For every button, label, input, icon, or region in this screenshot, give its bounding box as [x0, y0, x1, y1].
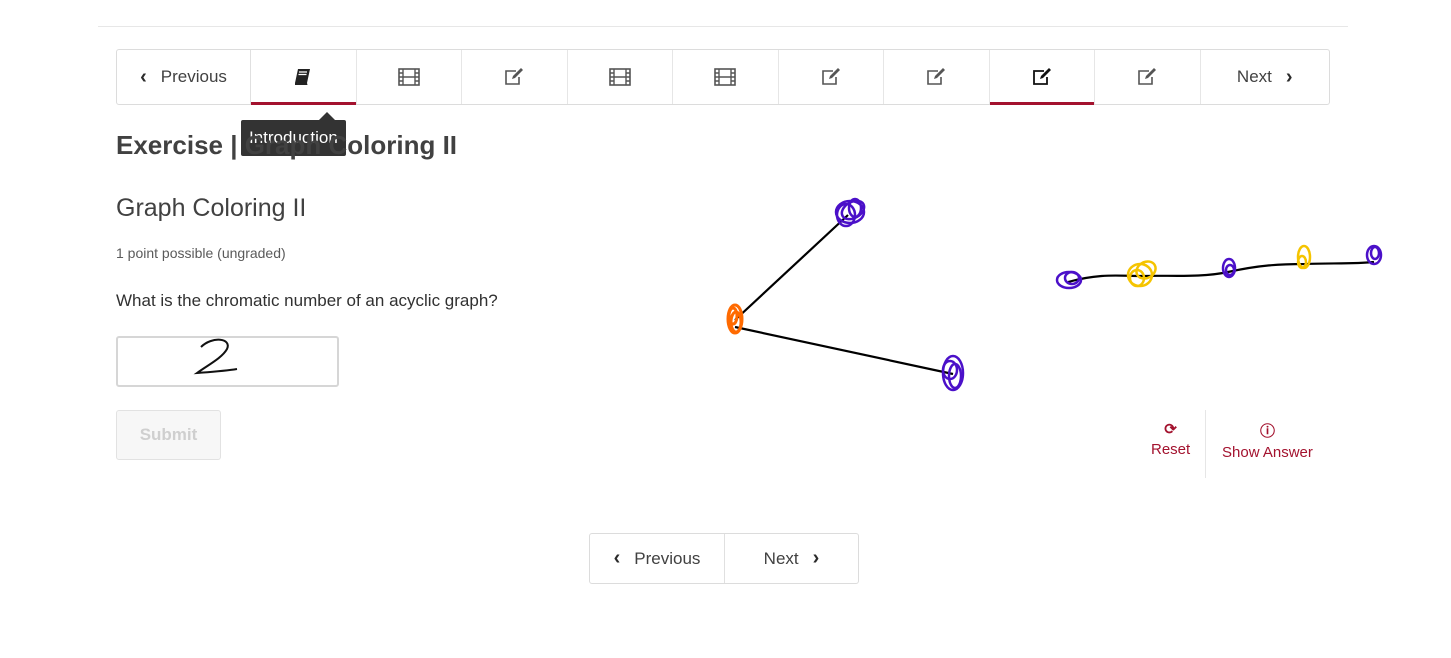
- vertex-purple-2: [1221, 257, 1237, 279]
- vertex-purple-1: [1055, 270, 1083, 290]
- vertex-purple-top: [834, 197, 866, 228]
- graph-star: [726, 197, 965, 392]
- vertex-purple-3: [1365, 244, 1383, 266]
- handwritten-answer-2: [193, 338, 238, 375]
- graph-path: [1055, 244, 1383, 290]
- vertex-yellow-1: [1126, 260, 1157, 288]
- handwritten-annotations: [193, 197, 1383, 392]
